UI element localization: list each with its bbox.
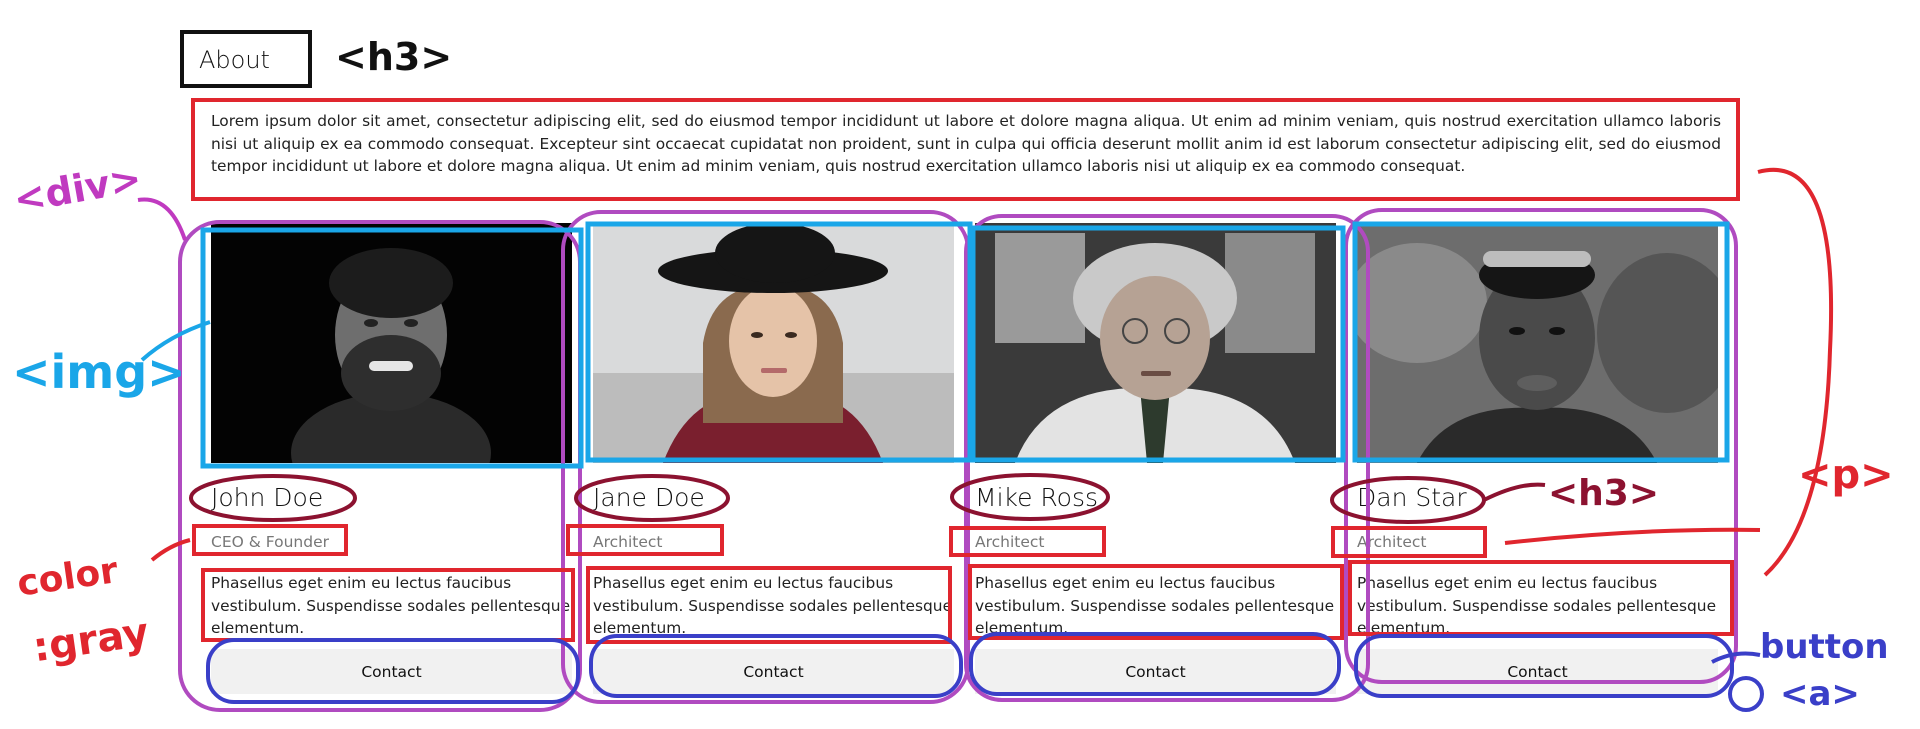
portrait-image — [1357, 223, 1718, 463]
member-description: Phasellus eget enim eu lectus faucibus v… — [975, 574, 1335, 637]
photo-john — [211, 223, 572, 463]
about-heading: About — [199, 46, 270, 74]
photo-dan — [1357, 223, 1718, 463]
member-name: Jane Doe — [593, 483, 705, 512]
member-description: Phasellus eget enim eu lectus faucibus v… — [1357, 574, 1717, 637]
portrait-image — [593, 223, 954, 463]
photo-mike — [975, 223, 1336, 463]
member-role: Architect — [975, 533, 1045, 551]
member-role: CEO & Founder — [211, 533, 329, 551]
member-name: Dan Star — [1357, 483, 1467, 512]
contact-button-dan[interactable]: Contact — [1357, 649, 1718, 694]
contact-button-john[interactable]: Contact — [211, 649, 572, 694]
member-role: Architect — [593, 533, 663, 551]
photo-jane — [593, 223, 954, 463]
contact-button-mike[interactable]: Contact — [975, 649, 1336, 694]
member-name: John Doe — [211, 483, 324, 512]
team-card-mike: Mike Ross Architect Phasellus eget enim … — [975, 223, 1336, 707]
member-description: Phasellus eget enim eu lectus faucibus v… — [593, 574, 953, 637]
member-role: Architect — [1357, 533, 1427, 551]
team-card-john: John Doe CEO & Founder Phasellus eget en… — [211, 223, 572, 707]
member-name: Mike Ross — [975, 483, 1099, 512]
about-intro: Lorem ipsum dolor sit amet, consectetur … — [211, 112, 1721, 175]
team-card-dan: Dan Star Architect Phasellus eget enim e… — [1357, 223, 1718, 707]
member-description: Phasellus eget enim eu lectus faucibus v… — [211, 574, 571, 637]
portrait-image — [211, 223, 572, 463]
portrait-image — [975, 223, 1336, 463]
team-card-jane: Jane Doe Architect Phasellus eget enim e… — [593, 223, 954, 707]
page: About Lorem ipsum dolor sit amet, consec… — [0, 0, 1920, 729]
contact-button-jane[interactable]: Contact — [593, 649, 954, 694]
